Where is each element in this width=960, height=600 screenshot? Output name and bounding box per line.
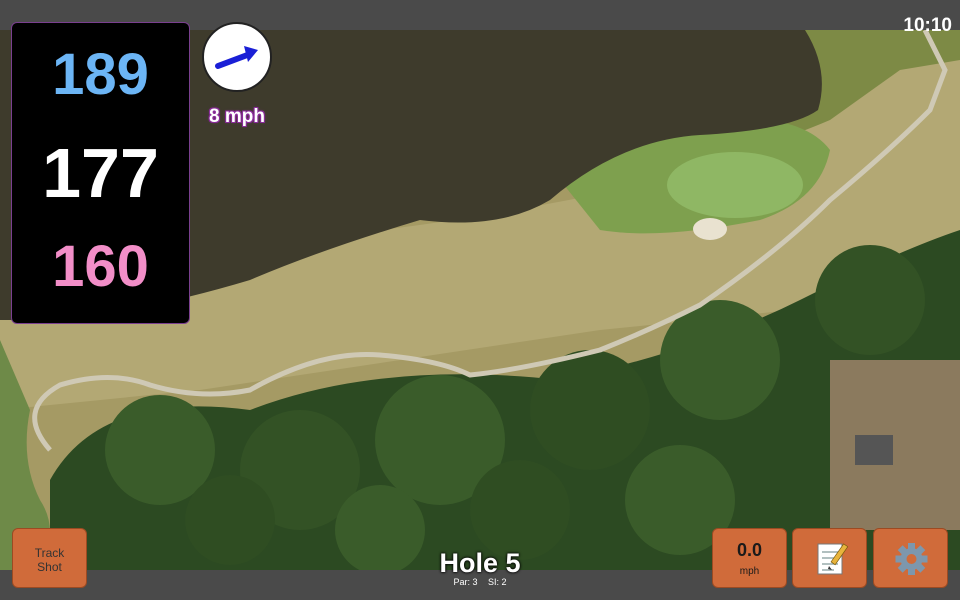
hole-stroke-index: SI: 2: [488, 577, 507, 587]
distance-panel: 189 177 160: [11, 22, 190, 324]
back-distance: 189: [52, 42, 149, 107]
hole-title: Hole 5: [439, 548, 521, 578]
track-shot-label-line1: Track: [34, 546, 65, 560]
putting-green: [667, 152, 803, 218]
building-lot: [830, 360, 960, 530]
house: [855, 435, 893, 465]
wind-speed: 8 mph: [209, 106, 265, 127]
track-shot-label-line2: Shot: [37, 560, 62, 574]
wind-direction-dial: [202, 22, 272, 92]
arrow-icon: [215, 46, 258, 69]
status-time: 10:10: [903, 15, 952, 36]
notepad-icon: [817, 543, 849, 575]
speed-value: 0.0: [736, 540, 763, 560]
speed-button[interactable]: 0.0 mph: [712, 528, 787, 588]
notes-button[interactable]: [792, 528, 867, 588]
gear-icon: [895, 543, 928, 575]
bunker: [693, 218, 727, 240]
hole-par: Par: 3: [453, 577, 478, 587]
track-shot-button[interactable]: Track Shot: [12, 528, 87, 588]
golf-gps-screen: 10:10 189 177 160 8 mph Track Shot Hole …: [0, 0, 960, 600]
settings-button[interactable]: [873, 528, 948, 588]
speed-unit: mph: [739, 566, 760, 577]
front-distance: 160: [52, 234, 149, 299]
middle-distance: 177: [42, 134, 159, 212]
hole-info: Par: 3 SI: 2: [380, 577, 580, 587]
